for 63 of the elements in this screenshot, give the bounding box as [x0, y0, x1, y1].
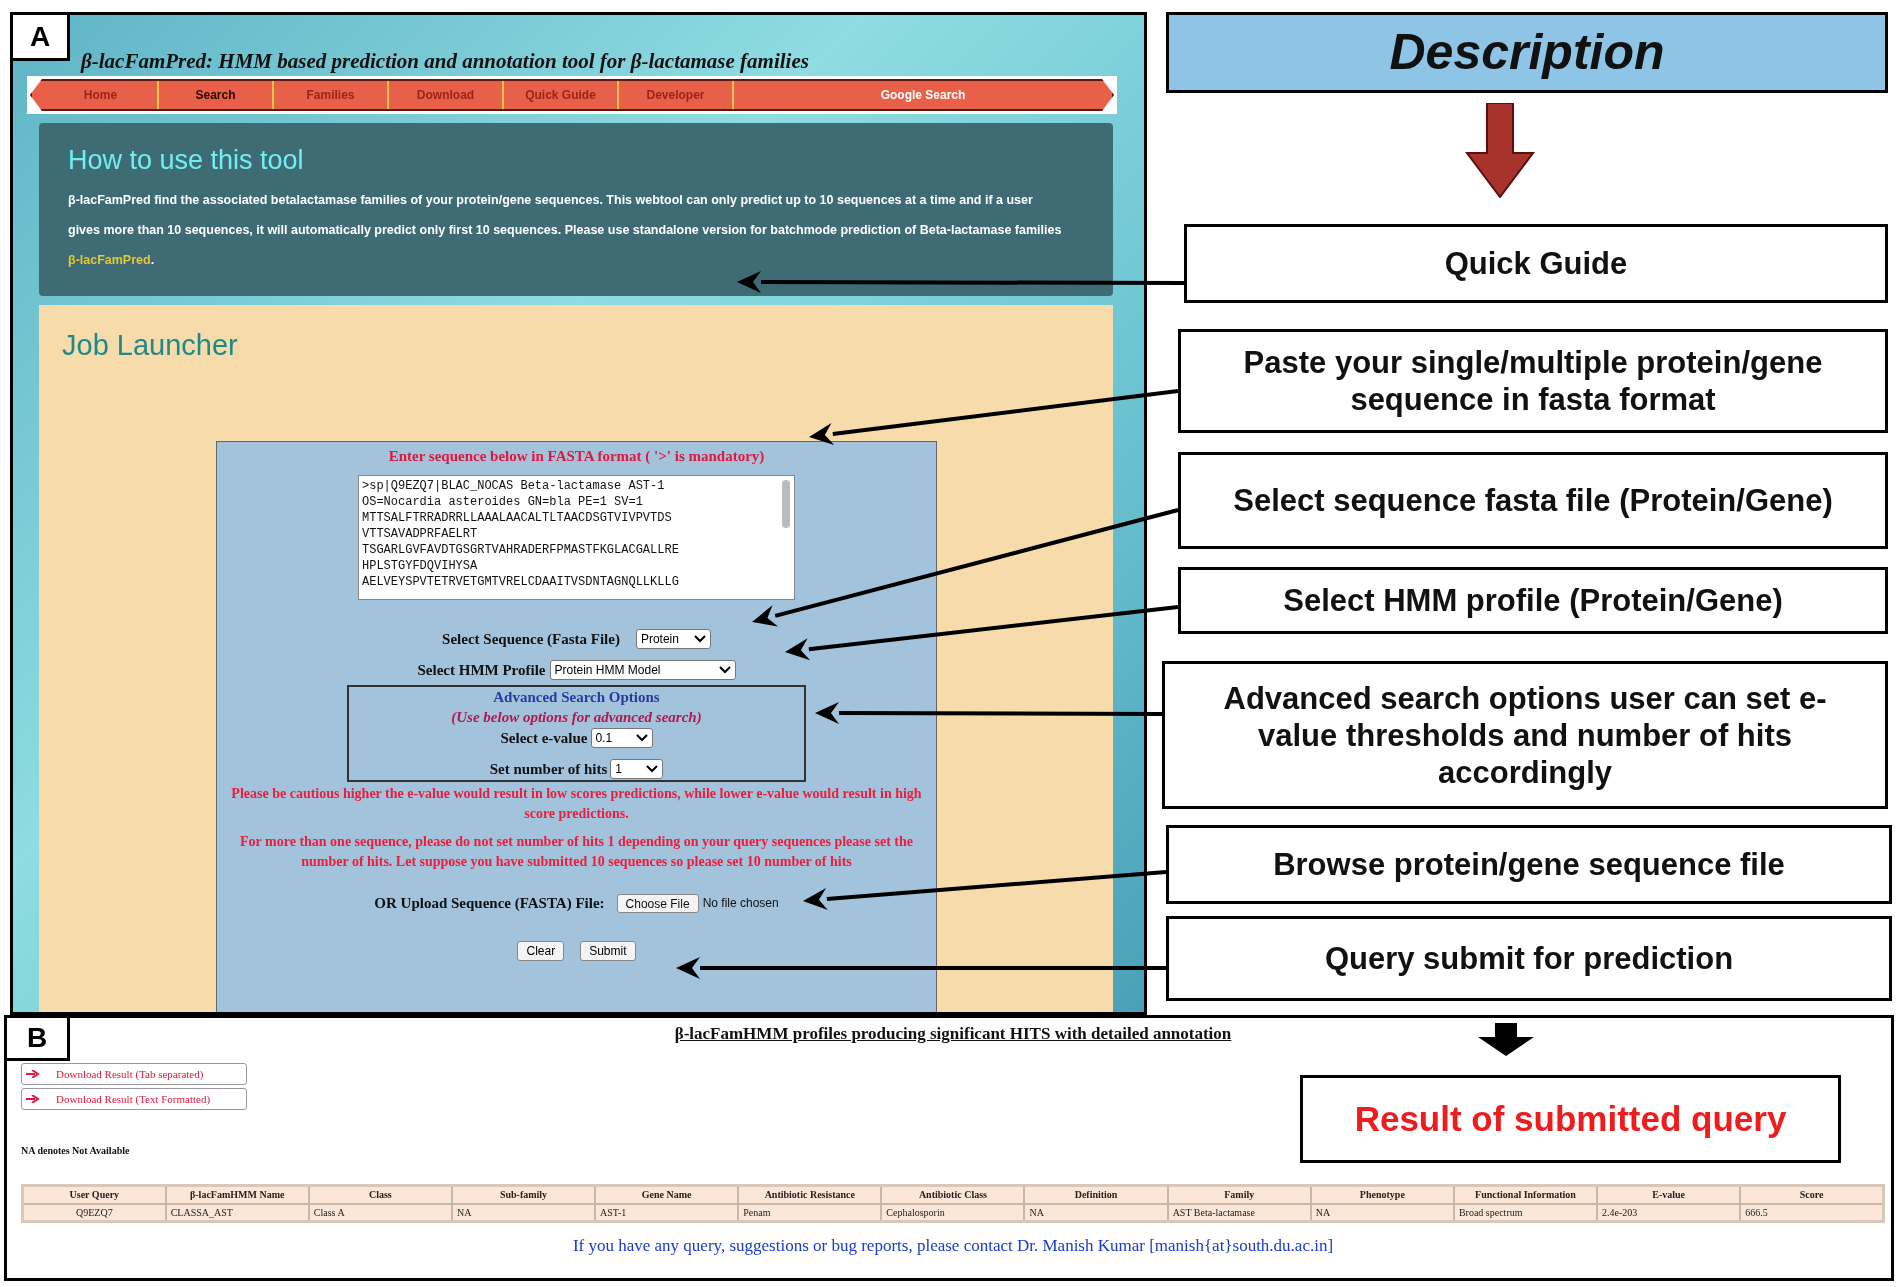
chevron-icon [646, 764, 659, 773]
arrow-icon [26, 1070, 40, 1078]
column-header: Definition [1024, 1185, 1168, 1204]
hmm-profile-select[interactable]: Protein HMM Model [549, 659, 736, 680]
note-text: NA denotes Not Available [21, 1144, 130, 1158]
callout-text: Result of submitted query [1300, 1075, 1841, 1163]
column-header: β-lacFamHMM Name [165, 1185, 309, 1204]
field-label: Select HMM Profile [417, 660, 546, 680]
callout-text: Advanced search options user can set e-value thresholds and number of hits accordingly [1162, 661, 1888, 809]
nav-link[interactable]: Search [159, 81, 274, 109]
description-header: Description [1166, 12, 1888, 93]
chevron-icon [635, 734, 648, 743]
callout-text: Select HMM profile (Protein/Gene) [1178, 567, 1888, 634]
column-header: User Query [22, 1185, 166, 1204]
column-header: Sub-family [451, 1185, 596, 1204]
info-text: β-lacFamPred find the associated betalactamase families of your protein/gene sequences. This webtool can only predict up to 10 sequences at a time and if a user gives more than 10 sequences, it will automatically predict only first 10 sequences. Please use standalone version for batchmode prediction of Beta-lactamase families β-lacFamPred. [68, 192, 1063, 269]
chevron-icon [718, 665, 731, 674]
form-prompt: Enter sequence below in FASTA format ( '>' is mandatory) [388, 447, 765, 466]
column-header: Class [308, 1185, 452, 1204]
scrollbar[interactable] [782, 480, 790, 528]
arrow-icon [26, 1095, 40, 1103]
warning-text: For more than one sequence, please do not set number of hits 1 depending on your query sequences please set the number of hits. Let suppose you have submitted 10 sequences so please set 10 number of hits [239, 833, 914, 871]
section-heading: Job Launcher [62, 328, 238, 363]
warning-text: Please be cautious higher the e-value would result in low scores predictions, while lower e-value would result in high score predictions. [230, 785, 923, 823]
column-header: E-value [1597, 1185, 1741, 1204]
column-header: Functional Information [1453, 1185, 1598, 1204]
chevron-icon [693, 635, 706, 644]
site-title: β-lacFamPred: HMM based prediction and annotation tool for β-lactamase families [81, 48, 809, 74]
column-header: Phenotype [1310, 1185, 1454, 1204]
panel-label: A [10, 12, 70, 61]
hits-select[interactable]: 1 [610, 758, 664, 779]
field-label: OR Upload Sequence (FASTA) File: [374, 894, 605, 913]
panel-label: B [4, 1015, 70, 1061]
section-subtitle: (Use below options for advanced search) [451, 708, 702, 727]
column-header: Family [1167, 1185, 1311, 1204]
google-search-link[interactable]: Google Search [734, 81, 1112, 109]
sequence-field[interactable]: >sp|Q9EZQ7|BLAC_NOCAS Beta-lactamase AST-1 OS=Nocardia asteroides GN=bla PE=1 SV=1 MTTSALFTRRADRRLLAAALAACALTLTAACDSGTVIVPVTDS VTTSAVADPRFAELRT TSGARLGVFAVDTGSGRTVAHRADERFPMASTFKGLACGALLRE HPLSTGYFDQVIHYSA AELVEYSPVTETRVETGMTVRELCDAAITVSDNTAGNQLLKLLG [358, 475, 795, 600]
download-button[interactable]: Download Result (Text Formatted) [21, 1088, 247, 1110]
column-header: Score [1740, 1185, 1884, 1204]
field-label: Select e-value [500, 729, 588, 748]
field-label: Set number of hits [489, 759, 608, 779]
file-status: No file chosen [702, 895, 779, 913]
column-header: Antibiotic Resistance [738, 1185, 882, 1204]
callout-text: Browse protein/gene sequence file [1166, 825, 1892, 904]
form-button[interactable]: Clear [517, 940, 565, 961]
section-heading: How to use this tool [68, 144, 304, 177]
results-title: β-lacFamHMM profiles producing significant HITS with detailed annotation [674, 1023, 1232, 1045]
callout-text: Quick Guide [1184, 224, 1888, 303]
column-header: Gene Name [595, 1185, 739, 1204]
callout-text: Query submit for prediction [1166, 916, 1892, 1001]
section-title: Advanced Search Options [493, 688, 660, 707]
download-button[interactable]: Download Result (Tab separated) [21, 1063, 247, 1085]
sequence-type-select[interactable]: Protein [635, 629, 711, 650]
callout-text: Paste your single/multiple protein/gene sequence in fasta format [1178, 329, 1888, 433]
down-arrow [1476, 1023, 1536, 1057]
column-header: Antibiotic Class [881, 1185, 1025, 1204]
field-label: Select Sequence (Fasta File) [442, 630, 620, 649]
callout-text: Select sequence fasta file (Protein/Gene) [1178, 452, 1888, 549]
evalue-select[interactable]: 0.1 [590, 728, 653, 749]
contact-text: If you have any query, suggestions or bug reports, please contact Dr. Manish Kumar [manish{at}south.du.ac.in] [572, 1235, 1334, 1257]
link[interactable]: β-lacFamPred [68, 253, 151, 267]
form-button[interactable]: Submit [580, 940, 636, 961]
choose-file-button[interactable]: Choose File [616, 893, 699, 913]
